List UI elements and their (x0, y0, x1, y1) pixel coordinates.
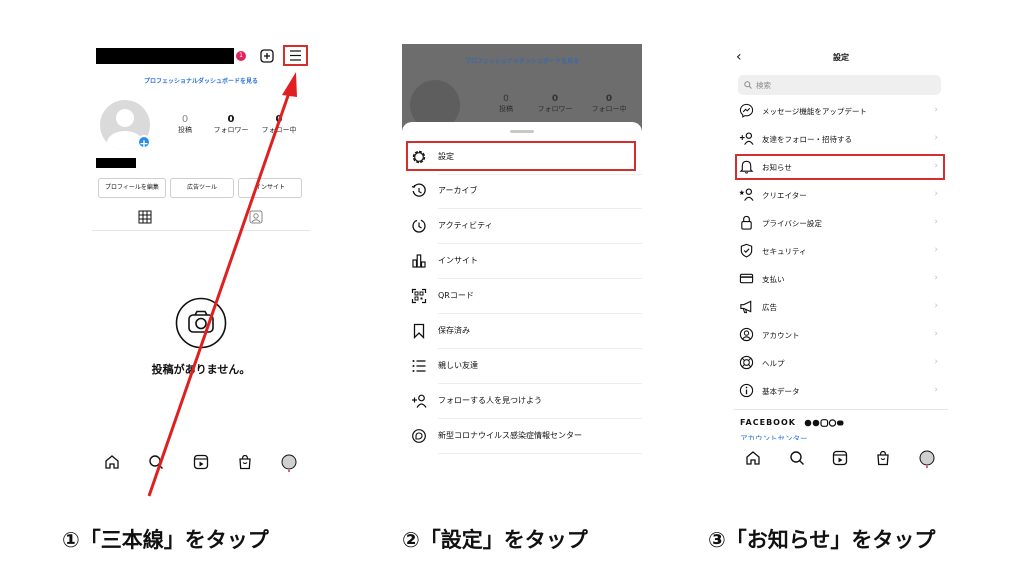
arrow-shaft (147, 89, 292, 497)
arrowhead-icon (282, 72, 297, 97)
step3-caption: ③「お知らせ」をタップ (708, 528, 936, 552)
step1-caption: ①「三本線」をタップ (62, 528, 269, 552)
tap-arrow-annotation (147, 72, 297, 497)
step2-caption: ②「設定」をタップ (402, 528, 588, 552)
